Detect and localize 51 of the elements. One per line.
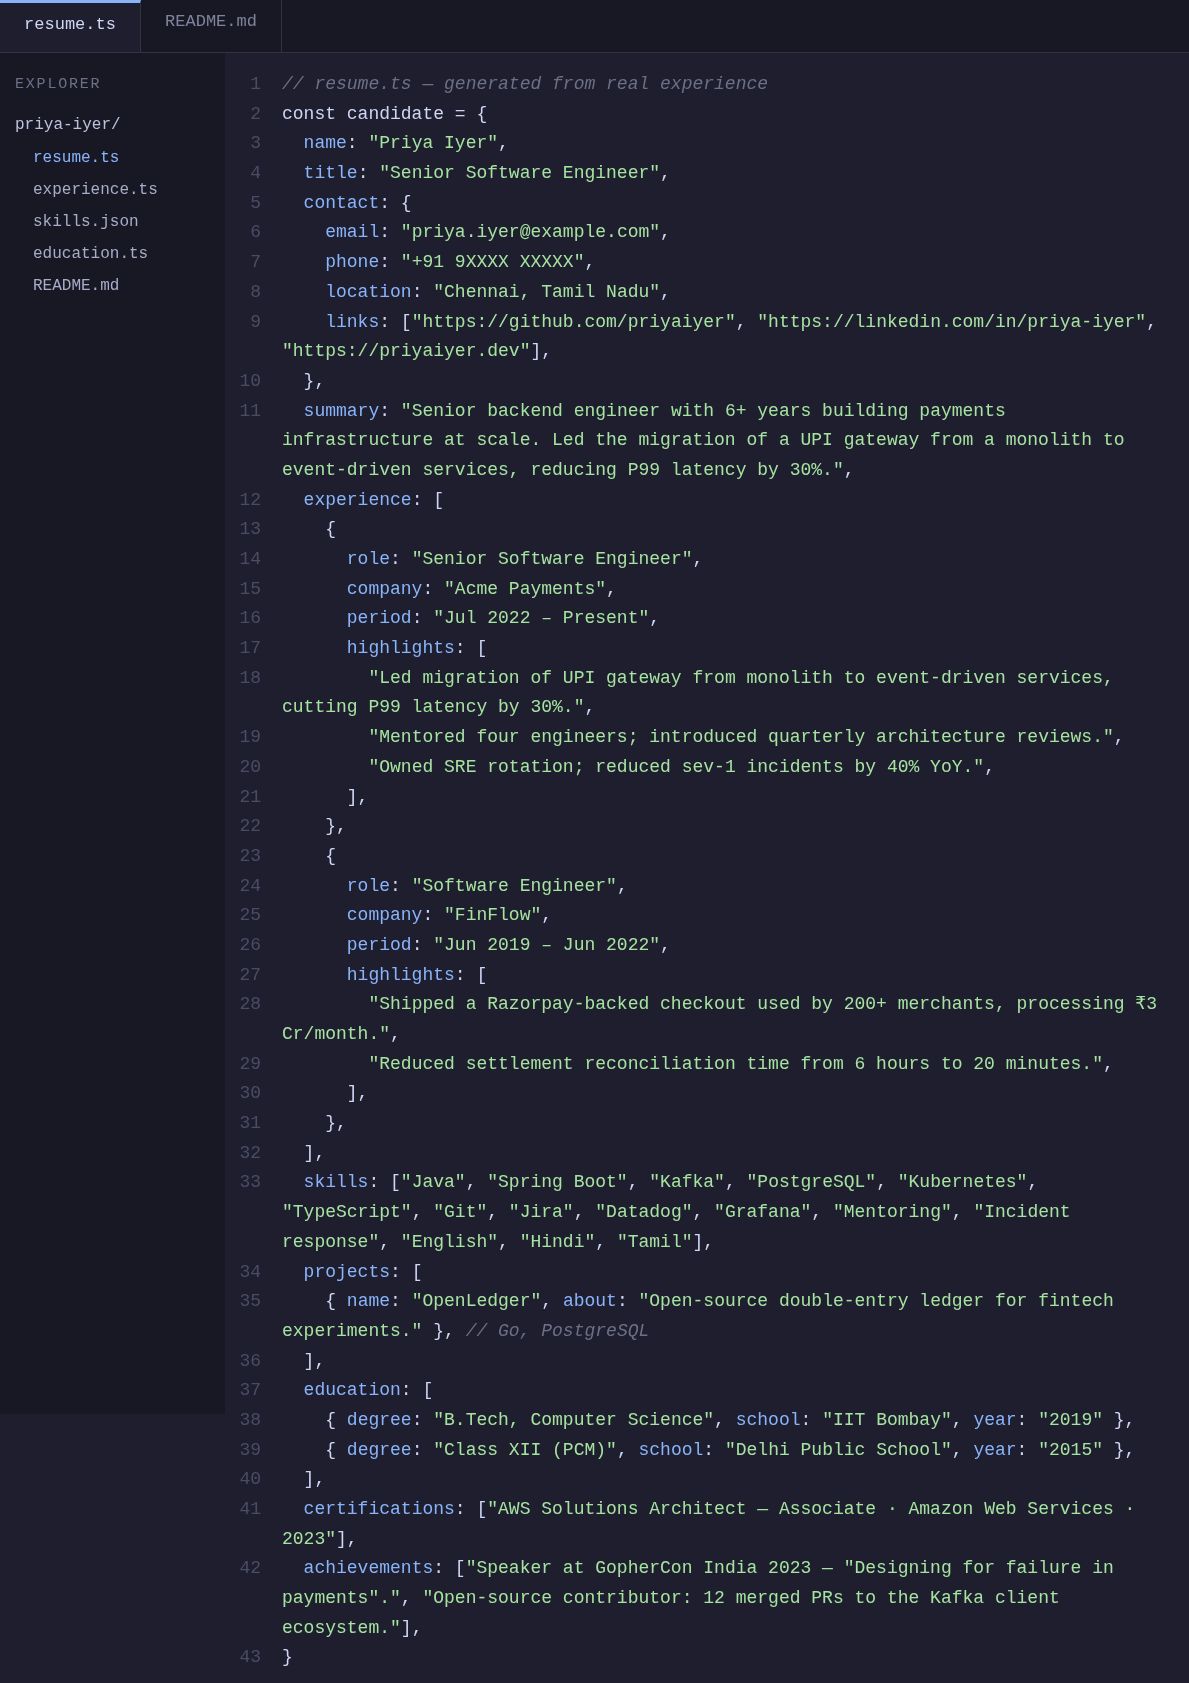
code-line: "Led migration of UPI gateway from monolith to event-driven services, cutting P99 latency by 30%.", xyxy=(282,667,1115,718)
code-line: { name: "OpenLedger", about: "Open-source double-entry ledger for fintech experiments." }, // Go, PostgreSQL xyxy=(282,1291,1115,1341)
code-line: name: "Priya Iyer", xyxy=(303,133,509,154)
code-line: projects: [ xyxy=(303,1261,423,1282)
code-line: period: "Jul 2022 – Present", xyxy=(346,608,661,629)
code-line: achievements: ["Speaker at GopherCon India 2023 — "Designing for failure in payments".", "Open-source contributor: 12 merged PRs to the Kafka client ecosystem."], xyxy=(282,1558,1115,1638)
folder-item[interactable]: priya-iyer/ xyxy=(15,115,121,135)
code-line: { degree: "Class XII (PCM)", school: "Delhi Public School", year: "2015" }, xyxy=(325,1439,1136,1460)
code-line: email: "priya.iyer@example.com", xyxy=(325,222,671,243)
code-line: certifications: ["AWS Solutions Architect — Associate · Amazon Web Services · 2023"], xyxy=(282,1499,1137,1549)
code-line: { xyxy=(325,845,337,866)
code-line: } xyxy=(282,1647,293,1668)
code-line: period: "Jun 2019 – Jun 2022", xyxy=(346,934,671,955)
code-line: skills: ["Java", "Spring Boot", "Kafka", "PostgreSQL", "Kubernetes", "TypeScript", "Git", "Jira", "Datadog", "Grafana", "Mentoring", "Incident response", "English", "Hindi", "Tamil"], xyxy=(282,1172,1072,1252)
code-line: company: "FinFlow", xyxy=(346,905,553,926)
code-line: "Reduced settlement reconciliation time from 6 hours to 20 minutes.", xyxy=(368,1053,1114,1074)
code-line: const candidate = { xyxy=(282,103,488,124)
code-line: ], xyxy=(303,1142,326,1163)
code-line: }, xyxy=(325,816,347,837)
code-line: ], xyxy=(303,1469,326,1490)
code-line: ], xyxy=(346,786,369,807)
explorer-title: EXPLORER xyxy=(15,75,102,95)
code-line: "Shipped a Razorpay-backed checkout used by 200+ merchants, processing ₹3 Cr/month.", xyxy=(282,994,1158,1044)
code-line: "Owned SRE rotation; reduced sev-1 incidents by 40% YoY.", xyxy=(368,756,995,777)
file-item[interactable]: resume.ts xyxy=(33,148,120,168)
file-item[interactable]: experience.ts xyxy=(33,180,158,200)
code-line: summary: "Senior backend engineer with 6+ years building payments infrastructure at scale. Led the migration of a UPI gateway from a monolith to event-driven services, reducing P99 latency by 30%.", xyxy=(282,400,1126,480)
code-line: education: [ xyxy=(303,1380,434,1401)
code-line: { degree: "B.Tech, Computer Science", school: "IIT Bombay", year: "2019" }, xyxy=(325,1409,1136,1430)
file-item[interactable]: education.ts xyxy=(33,244,149,264)
code-line: role: "Software Engineer", xyxy=(346,875,628,896)
code-line: highlights: [ xyxy=(346,638,488,659)
code-line: links: ["https://github.com/priyaiyer", "https://linkedin.com/in/priya-iyer", "https://priyaiyer.dev"], xyxy=(282,311,1158,362)
code-line: "Mentored four engineers; introduced quarterly architecture reviews.", xyxy=(368,727,1125,748)
code-line: title: "Senior Software Engineer", xyxy=(303,163,671,184)
code-line: phone: "+91 9XXXX XXXXX", xyxy=(325,252,596,273)
code-line: role: "Senior Software Engineer", xyxy=(346,549,704,569)
code-line: company: "Acme Payments", xyxy=(346,578,617,599)
file-item[interactable]: skills.json xyxy=(33,212,139,232)
file-tab[interactable]: resume.ts xyxy=(0,0,141,52)
code-line: }, xyxy=(325,1113,347,1134)
code-line: { xyxy=(325,519,337,540)
code-line: contact: { xyxy=(303,192,412,213)
code-line: ], xyxy=(303,1350,326,1371)
code-line: location: "Chennai, Tamil Nadu", xyxy=(325,281,671,302)
code-line: // resume.ts — generated from real experience xyxy=(282,74,769,94)
code-line: highlights: [ xyxy=(346,964,488,985)
code-line: experience: [ xyxy=(303,489,445,510)
code-line: ], xyxy=(346,1083,369,1104)
file-item[interactable]: README.md xyxy=(33,276,120,296)
code-line: }, xyxy=(303,370,326,391)
